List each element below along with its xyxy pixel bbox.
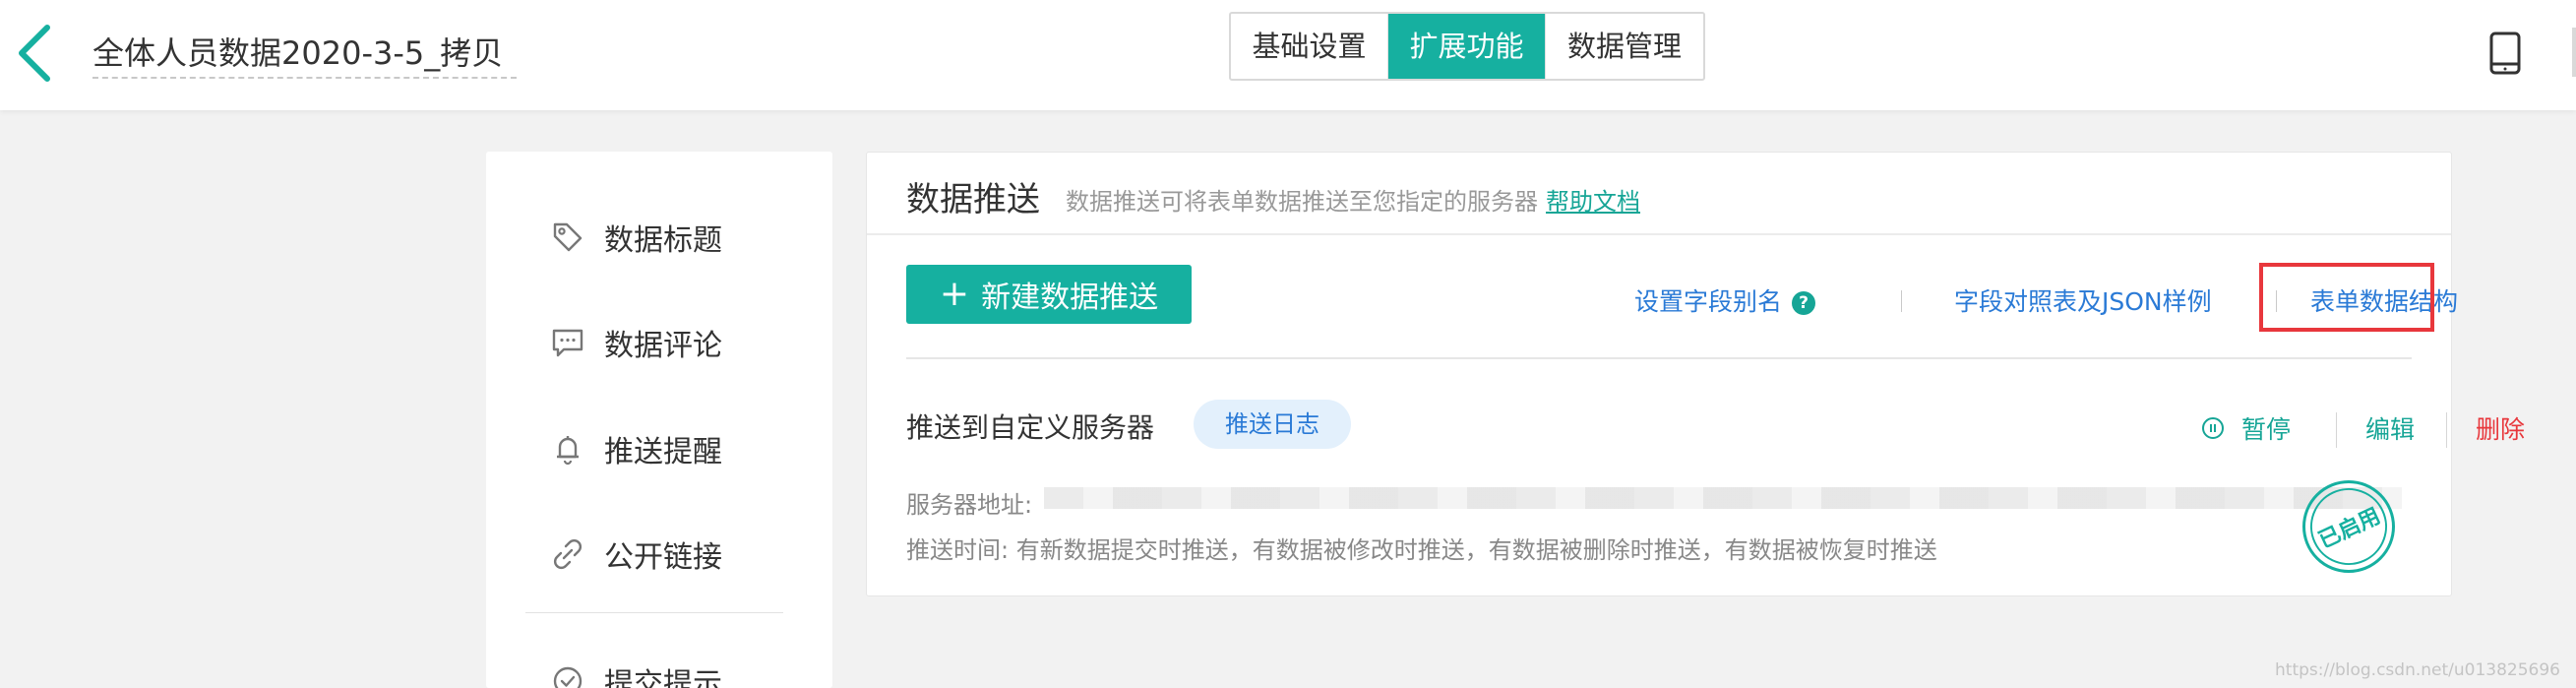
bell-icon bbox=[551, 432, 584, 466]
pause-label: 暂停 bbox=[2241, 415, 2292, 444]
back-button[interactable] bbox=[14, 22, 57, 85]
push-time-text: 推送时间: 有新数据提交时推送，有数据被修改时推送，有数据被删除时推送，有数据被… bbox=[906, 536, 1937, 564]
panel-header: 数据推送 数据推送可将表单数据推送至您指定的服务器 帮助文档 bbox=[867, 153, 2451, 235]
tab-extensions[interactable]: 扩展功能 bbox=[1388, 14, 1546, 79]
sidebar-item-label: 数据评论 bbox=[604, 329, 722, 363]
server-address-label: 服务器地址: bbox=[906, 491, 1033, 519]
data-push-panel: 数据推送 数据推送可将表单数据推送至您指定的服务器 帮助文档 + 新建数据推送 设… bbox=[866, 152, 2525, 596]
tab-basic-settings[interactable]: 基础设置 bbox=[1231, 14, 1388, 79]
server-address-redacted bbox=[1044, 487, 2402, 509]
panel-title: 数据推送 bbox=[906, 180, 1040, 219]
sidebar-item-public-link[interactable]: 公开链接 bbox=[551, 527, 722, 582]
sidebar-item-label: 公开链接 bbox=[604, 540, 722, 575]
plus-icon: + bbox=[939, 274, 970, 314]
highlight-box bbox=[2259, 263, 2434, 332]
form-title[interactable]: 全体人员数据2020-3-5_拷贝 bbox=[92, 28, 518, 79]
sidebar-item-submit-tip[interactable]: 提交提示 bbox=[551, 654, 722, 688]
enabled-stamp: 已启用 bbox=[2298, 475, 2400, 578]
pause-button[interactable]: 暂停 bbox=[2202, 410, 2291, 446]
enabled-stamp-text: 已启用 bbox=[2314, 503, 2385, 554]
link-icon bbox=[551, 537, 584, 571]
chevron-left-icon bbox=[19, 25, 50, 82]
action-separator bbox=[2336, 412, 2337, 448]
push-target-title: 推送到自定义服务器 bbox=[906, 411, 1155, 444]
edit-button[interactable]: 编辑 bbox=[2365, 410, 2415, 446]
sidebar-item-data-comments[interactable]: 数据评论 bbox=[551, 315, 722, 370]
sidebar-item-push-reminder[interactable]: 推送提醒 bbox=[551, 421, 722, 476]
push-log-button[interactable]: 推送日志 bbox=[1194, 400, 1351, 449]
set-field-alias-link[interactable]: 设置字段别名? bbox=[1634, 282, 1816, 318]
watermark: https://blog.csdn.net/u013825696 bbox=[2275, 660, 2560, 680]
field-mapping-json-link[interactable]: 字段对照表及JSON样例 bbox=[1954, 282, 2212, 318]
push-item-actions: 暂停 编辑 删除 bbox=[1959, 410, 2525, 448]
top-header: 全体人员数据2020-3-5_拷贝 基础设置 扩展功能 数据管理 bbox=[0, 0, 2576, 110]
check-circle-icon bbox=[551, 664, 584, 688]
set-field-alias-label: 设置字段别名 bbox=[1634, 287, 1783, 316]
sidebar: 数据标题 数据评论 推送提醒 公开链接 提交提示 bbox=[486, 152, 832, 688]
panel-description: 数据推送可将表单数据推送至您指定的服务器 帮助文档 bbox=[1066, 182, 1640, 217]
question-icon[interactable]: ? bbox=[1792, 291, 1816, 315]
sidebar-item-label: 推送提醒 bbox=[604, 435, 722, 469]
main-tabs: 基础设置 扩展功能 数据管理 bbox=[1229, 12, 1705, 81]
sidebar-divider bbox=[525, 612, 783, 613]
header-edge-divider bbox=[2572, 28, 2576, 77]
comment-icon bbox=[551, 326, 584, 359]
sidebar-item-label: 数据标题 bbox=[604, 223, 722, 258]
new-data-push-button[interactable]: + 新建数据推送 bbox=[906, 265, 1192, 324]
row-divider bbox=[906, 357, 2412, 359]
sidebar-item-data-title[interactable]: 数据标题 bbox=[551, 210, 722, 265]
mobile-preview-icon[interactable] bbox=[2489, 31, 2521, 75]
sidebar-item-label: 提交提示 bbox=[604, 667, 722, 688]
pause-icon bbox=[2202, 417, 2224, 439]
link-separator bbox=[1901, 290, 1902, 312]
tab-data-management[interactable]: 数据管理 bbox=[1546, 14, 1703, 79]
delete-button[interactable]: 删除 bbox=[2476, 410, 2525, 446]
new-data-push-label: 新建数据推送 bbox=[981, 281, 1159, 315]
tag-icon bbox=[551, 220, 584, 254]
panel-description-text: 数据推送可将表单数据推送至您指定的服务器 bbox=[1066, 188, 1538, 216]
help-doc-link[interactable]: 帮助文档 bbox=[1546, 188, 1640, 216]
action-separator bbox=[2446, 412, 2447, 448]
